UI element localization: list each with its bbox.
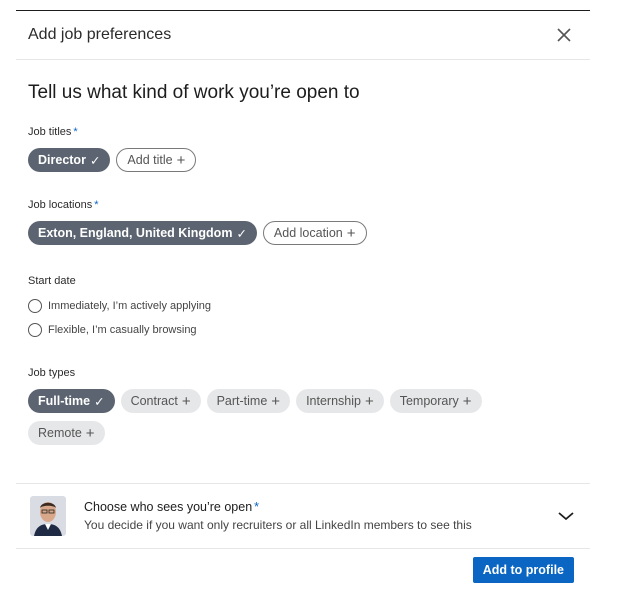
radio-label: Immediately, I’m actively applying	[48, 300, 212, 312]
chip-exton[interactable]: Exton, England, United Kingdom ✓	[28, 221, 257, 245]
job-locations-label: Job locations *	[28, 199, 578, 211]
radio-label: Flexible, I’m casually browsing	[48, 324, 197, 336]
chip-remote[interactable]: Remote +	[28, 421, 105, 445]
chip-director[interactable]: Director ✓	[28, 148, 111, 172]
check-icon: ✓	[94, 394, 105, 409]
close-button[interactable]	[550, 21, 578, 49]
visibility-title: Choose who sees you’re open *	[84, 500, 556, 514]
chip-temporary[interactable]: Temporary +	[389, 389, 482, 413]
chip-label: Temporary	[399, 394, 459, 408]
job-locations-label-text: Job locations	[28, 199, 93, 211]
chip-internship[interactable]: Internship +	[296, 389, 384, 413]
chip-part-time[interactable]: Part-time +	[206, 389, 291, 413]
expand-button[interactable]	[556, 506, 576, 526]
add-title-button[interactable]: Add title +	[116, 148, 197, 172]
radio-button[interactable]	[28, 323, 42, 337]
close-icon	[557, 28, 571, 42]
add-location-button[interactable]: Add location +	[262, 221, 367, 245]
check-icon: ✓	[236, 226, 247, 241]
required-mark: *	[254, 500, 260, 514]
chip-label: Contract	[130, 394, 178, 408]
chip-full-time[interactable]: Full-time ✓	[28, 389, 115, 413]
plus-icon: +	[271, 392, 281, 410]
required-mark: *	[94, 199, 99, 211]
plus-icon: +	[346, 224, 356, 242]
plus-icon: +	[364, 392, 374, 410]
plus-icon: +	[181, 392, 191, 410]
start-date-option-flexible[interactable]: Flexible, I’m casually browsing	[28, 323, 578, 337]
chip-label: Full-time	[38, 394, 91, 408]
visibility-title-text: Choose who sees you’re open	[84, 500, 253, 514]
modal-title: Add job preferences	[28, 26, 172, 43]
plus-icon: +	[176, 151, 186, 169]
avatar	[30, 496, 66, 536]
add-location-label: Add location	[273, 226, 343, 240]
plus-icon: +	[85, 424, 95, 442]
job-titles-label-text: Job titles	[28, 126, 72, 138]
job-titles-label: Job titles *	[28, 126, 578, 138]
add-title-label: Add title	[127, 153, 173, 167]
page-headline: Tell us what kind of work you’re open to	[28, 82, 360, 103]
start-date-label: Start date	[28, 275, 76, 287]
plus-icon: +	[462, 392, 472, 410]
job-preferences-modal: Add job preferences Tell us what kind of…	[16, 10, 590, 600]
chip-contract[interactable]: Contract +	[120, 389, 201, 413]
job-types-label: Job types	[28, 367, 76, 379]
check-icon: ✓	[89, 153, 101, 168]
job-locations-chips: Exton, England, United Kingdom ✓ Add loc…	[28, 221, 578, 245]
job-types-chips: Full-time ✓ Contract + Part-time + Inter…	[28, 389, 498, 445]
required-mark: *	[73, 126, 78, 138]
chip-label: Exton, England, United Kingdom	[38, 226, 233, 240]
visibility-subtitle: You decide if you want only recruiters o…	[84, 518, 472, 532]
start-date-option-immediately[interactable]: Immediately, I’m actively applying	[28, 299, 578, 313]
chip-label: Remote	[38, 426, 82, 440]
chevron-down-icon	[558, 512, 574, 521]
chip-label: Part-time	[216, 394, 268, 408]
job-titles-chips: Director ✓ Add title +	[28, 148, 578, 172]
add-to-profile-button[interactable]: Add to profile	[472, 557, 574, 583]
modal-header: Add job preferences	[16, 11, 590, 60]
chip-label: Internship	[306, 394, 361, 408]
radio-button[interactable]	[28, 299, 42, 313]
chip-label: Director	[38, 153, 86, 167]
visibility-section[interactable]: Choose who sees you’re open * You decide …	[16, 483, 590, 549]
